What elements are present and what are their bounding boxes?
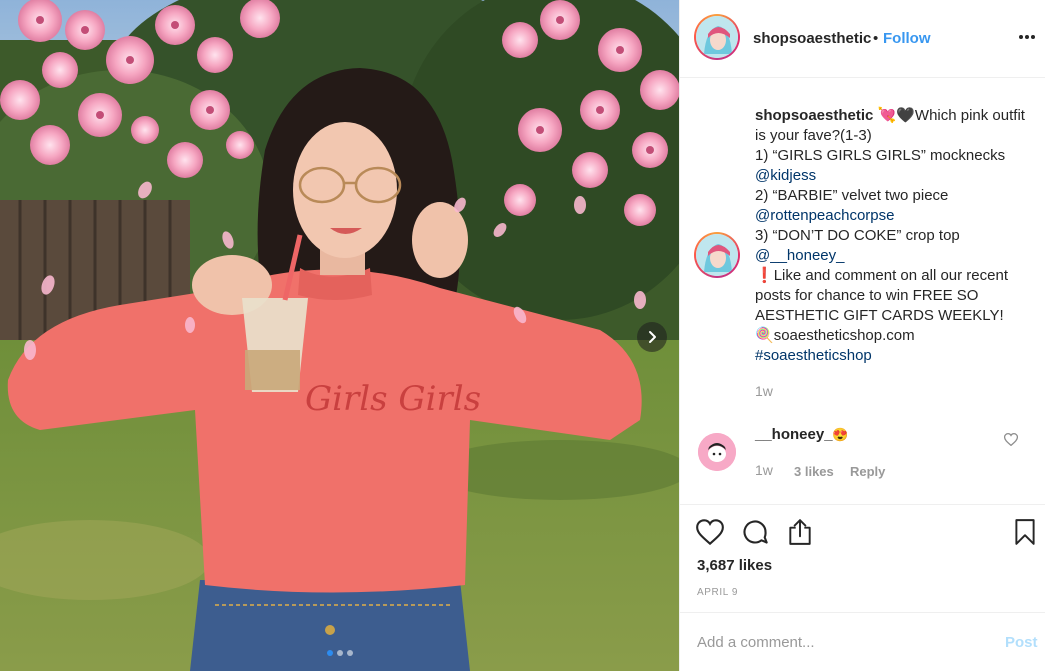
post-image[interactable]: Girls Girls xyxy=(0,0,679,671)
more-options-button[interactable] xyxy=(1016,26,1038,48)
exclamation-emoji: ❗ xyxy=(755,267,774,284)
site-text: soaestheticshop.com xyxy=(773,327,915,344)
mention-link[interactable]: @rottenpeachcorpse xyxy=(755,207,894,224)
bookmark-icon xyxy=(1015,519,1035,545)
comment-likes[interactable]: 3 likes xyxy=(794,464,834,479)
comment-text: 😍 xyxy=(832,427,849,442)
caption-promo: Like and comment on all our recent posts… xyxy=(755,267,1008,324)
caption-item: 3) “DON’T DO COKE” crop top xyxy=(755,227,960,244)
comment-button[interactable] xyxy=(740,517,770,547)
follow-button[interactable]: Follow xyxy=(883,30,931,47)
comment-timestamp[interactable]: 1w xyxy=(755,462,773,478)
carousel-indicator xyxy=(0,650,679,656)
share-icon xyxy=(789,519,811,545)
caption-item: 1) “GIRLS GIRLS GIRLS” mocknecks xyxy=(755,147,1006,164)
profile-picture xyxy=(698,433,736,471)
heart-icon xyxy=(1003,433,1019,447)
profile-picture xyxy=(696,16,738,58)
likes-count[interactable]: 3,687 likes xyxy=(697,557,772,574)
heart-icon xyxy=(696,519,724,545)
post-date[interactable]: APRIL 9 xyxy=(697,587,738,598)
mention-link[interactable]: @kidjess xyxy=(755,167,816,184)
share-button[interactable] xyxy=(785,517,815,547)
avatar[interactable] xyxy=(694,14,740,60)
chevron-right-icon xyxy=(649,331,656,343)
actions-divider xyxy=(680,504,1045,505)
sweater-print: Girls Girls xyxy=(305,379,481,419)
post-side-panel: shopsoaesthetic • Follow shopsoaesthetic… xyxy=(680,0,1045,671)
comment-divider xyxy=(680,612,1045,613)
hashtag-link[interactable]: #soaestheticshop xyxy=(755,347,872,364)
carousel-dot xyxy=(346,650,353,656)
post-comment-button[interactable]: Post xyxy=(1005,634,1038,651)
caption-item: 2) “BARBIE” velvet two piece xyxy=(755,187,949,204)
carousel-dot xyxy=(336,650,343,656)
comment-avatar[interactable] xyxy=(698,433,736,471)
carousel-dot xyxy=(326,650,333,656)
profile-picture xyxy=(696,234,738,276)
reply-button[interactable]: Reply xyxy=(850,464,885,479)
comment-username[interactable]: __honeey_ xyxy=(755,426,833,443)
comment-input[interactable] xyxy=(697,628,977,656)
save-button[interactable] xyxy=(1010,517,1040,547)
post-header: shopsoaesthetic • Follow xyxy=(680,0,1045,78)
header-username[interactable]: shopsoaesthetic xyxy=(753,30,871,47)
mention-link[interactable]: @__honeey_ xyxy=(755,247,844,264)
carousel-next-button[interactable] xyxy=(637,322,667,352)
caption-username[interactable]: shopsoaesthetic xyxy=(755,107,873,124)
comment-like-button[interactable] xyxy=(1003,433,1019,451)
photo-scene: Girls Girls xyxy=(0,0,679,671)
caption-emojis: 💘🖤 xyxy=(877,107,915,124)
post-caption: shopsoaesthetic 💘🖤Which pink outfit is y… xyxy=(755,106,1025,366)
lollipop-emoji: 🍭 xyxy=(755,327,774,344)
more-options-icon xyxy=(1019,35,1035,39)
caption-timestamp[interactable]: 1w xyxy=(755,383,773,399)
caption-avatar[interactable] xyxy=(694,232,740,278)
follow-separator: • xyxy=(873,30,879,47)
like-button[interactable] xyxy=(695,517,725,547)
comment-icon xyxy=(743,520,768,544)
